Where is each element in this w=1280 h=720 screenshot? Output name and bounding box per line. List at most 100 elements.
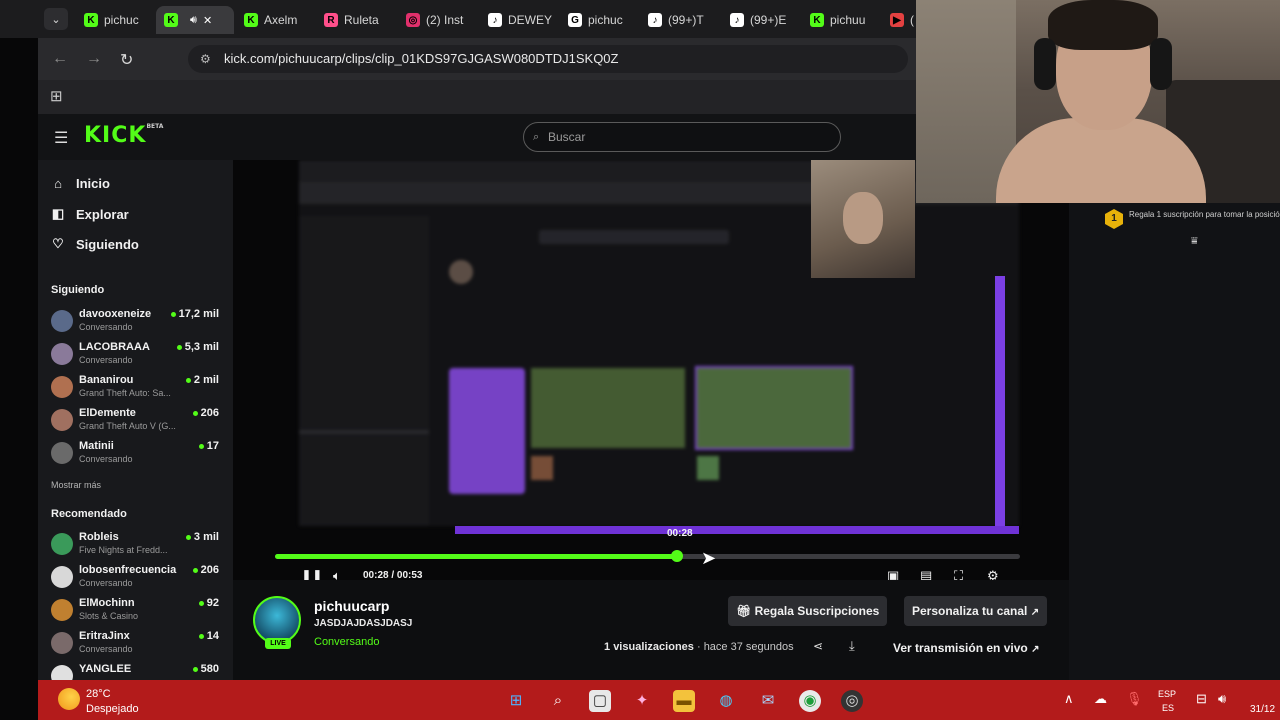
- chrome-icon[interactable]: ◉: [799, 690, 821, 712]
- mail-icon[interactable]: ✉: [757, 690, 779, 712]
- gift-subs-label: Regala Suscripciones: [754, 604, 880, 618]
- sidebar-channel[interactable]: ElMochinn Slots & Casino 92: [51, 597, 221, 627]
- sidebar-channel[interactable]: davooxeneize Conversando 17,2 mil: [51, 308, 221, 338]
- stream-category[interactable]: Conversando: [314, 636, 379, 648]
- sidebar-channel[interactable]: lobosenfrecuencia Conversando 206: [51, 564, 221, 594]
- video-player[interactable]: 00:28 ➤ ❚❚ 🔈︎ 00:28 / 00:53 ▣ ▤ ⛶ ⚙: [233, 160, 1069, 580]
- share-icon[interactable]: ⋖: [813, 639, 823, 653]
- onedrive-icon[interactable]: ☁: [1094, 691, 1107, 707]
- clock-date[interactable]: 31/12: [1250, 704, 1275, 715]
- avatar: [51, 343, 73, 365]
- live-dot-icon: [185, 377, 191, 383]
- tab-label: Axelm: [264, 13, 298, 27]
- browser-tab[interactable]: ▶(: [882, 6, 916, 34]
- browser-tab[interactable]: ◎ (2) Inst: [398, 6, 478, 34]
- search-placeholder: Buscar: [548, 130, 586, 144]
- pause-icon[interactable]: ❚❚: [301, 568, 323, 580]
- start-icon[interactable]: ⊞: [505, 690, 527, 712]
- browser-tab[interactable]: R Ruleta: [316, 6, 396, 34]
- browser-tab[interactable]: Gpichuc: [560, 6, 638, 34]
- sidebar: ⌂ Inicio ◧ Explorar ♡ Siguiendo Siguiendo dav…: [38, 160, 233, 687]
- tab-favicon-icon: ▶: [890, 13, 904, 27]
- copilot-icon[interactable]: ✦: [631, 690, 653, 712]
- live-dot-icon: [192, 666, 198, 672]
- volume-icon[interactable]: 🔈︎: [333, 568, 341, 580]
- download-icon[interactable]: ⤓: [849, 638, 855, 654]
- sidebar-channel[interactable]: Robleis Five Nights at Fredd... 3 mil: [51, 531, 221, 561]
- tab-search-button[interactable]: ⌄: [44, 8, 68, 30]
- tab-audio-icon[interactable]: 🔊︎: [190, 14, 197, 27]
- menu-icon[interactable]: ☰: [54, 128, 68, 148]
- external-link-icon: ↗: [1031, 644, 1040, 655]
- viewer-count: 17,2 mil: [170, 308, 219, 320]
- browser-tab[interactable]: K 🔊︎ ✕: [156, 6, 234, 34]
- sidebar-nav-item[interactable]: ⌂ Inicio: [50, 176, 110, 191]
- expand-leaderboard-icon[interactable]: ⩸: [1191, 235, 1198, 248]
- watch-live-label: Ver transmisión en vivo: [893, 641, 1028, 655]
- sidebar-channel[interactable]: ElDemente Grand Theft Auto V (G... 206: [51, 407, 221, 437]
- url-field[interactable]: ⚙ kick.com/pichuucarp/clips/clip_01KDS97…: [188, 45, 908, 73]
- browser-tab[interactable]: Kpichuc: [76, 6, 154, 34]
- keyboard-layout[interactable]: ES: [1162, 703, 1174, 713]
- sidebar-channel[interactable]: Bananirou Grand Theft Auto: Sa... 2 mil: [51, 374, 221, 404]
- pip-icon[interactable]: ▤: [920, 568, 932, 580]
- gift-subs-button[interactable]: 🎁︎ Regala Suscripciones: [728, 596, 888, 626]
- tab-favicon-icon: K: [84, 13, 98, 27]
- show-more-link[interactable]: Mostrar más: [51, 480, 101, 490]
- reload-icon[interactable]: ↻: [120, 50, 133, 70]
- browser-tab[interactable]: ♪ (99+)T: [640, 6, 720, 34]
- channel-name: Matinii: [79, 440, 114, 452]
- language-indicator[interactable]: ESP: [1158, 689, 1176, 699]
- sidebar-channel[interactable]: Matinii Conversando 17: [51, 440, 221, 470]
- weather-icon[interactable]: [58, 688, 80, 710]
- sidebar-channel[interactable]: LACOBRAAA Conversando 5,3 mil: [51, 341, 221, 371]
- sidebar-nav-label: Inicio: [76, 176, 110, 191]
- browser-tab[interactable]: ♪ (99+)E: [722, 6, 800, 34]
- weather-desc[interactable]: Despejado: [86, 703, 139, 715]
- microphone-icon[interactable]: 🎙︎: [1126, 691, 1143, 707]
- edge-icon[interactable]: ◍: [715, 690, 737, 712]
- gift-leaderboard[interactable]: 1 Regala 1 suscripción para tomar la pos…: [1105, 209, 1280, 229]
- settings-icon[interactable]: ⚙: [987, 568, 999, 580]
- viewer-count-text: 14: [206, 630, 219, 642]
- seek-bar-fill: [275, 554, 677, 559]
- search-input[interactable]: ⌕ Buscar: [523, 122, 841, 152]
- forward-icon[interactable]: →: [86, 50, 102, 68]
- obs-icon[interactable]: ◎: [841, 690, 863, 712]
- weather-temp[interactable]: 28°C: [86, 688, 111, 700]
- theater-mode-icon[interactable]: ▣: [887, 568, 899, 580]
- avatar: [51, 533, 73, 555]
- file-explorer-icon[interactable]: ▬: [673, 690, 695, 712]
- apps-grid-icon[interactable]: ⊞: [50, 87, 63, 105]
- tray-chevron-icon[interactable]: ∧: [1064, 691, 1074, 707]
- sidebar-nav-item[interactable]: ♡ Siguiendo: [50, 236, 139, 252]
- close-icon[interactable]: ✕: [203, 14, 212, 27]
- browser-tab[interactable]: ♪ DEWEY: [480, 6, 558, 34]
- chevron-down-icon: ⌄: [51, 13, 61, 26]
- avatar: [51, 310, 73, 332]
- watch-live-button[interactable]: Ver transmisión en vivo ↗: [885, 636, 1047, 660]
- kick-logo[interactable]: KICKBETA: [84, 123, 163, 148]
- browser-tab[interactable]: Kpichuu: [802, 6, 880, 34]
- customize-channel-button[interactable]: Personaliza tu canal ↗: [904, 596, 1048, 626]
- search-icon[interactable]: ⌕: [547, 690, 569, 712]
- seek-bar-handle[interactable]: [671, 550, 683, 562]
- compass-icon: ◧: [51, 206, 65, 221]
- recommended-heading: Recomendado: [51, 508, 127, 520]
- task-view-icon[interactable]: ▢: [589, 690, 611, 712]
- sidebar-nav-label: Siguiendo: [76, 236, 139, 252]
- streamer-avatar[interactable]: [253, 596, 301, 644]
- channel-name: YANGLEE: [79, 663, 132, 675]
- player-controls: 00:28 ➤ ❚❚ 🔈︎ 00:28 / 00:53 ▣ ▤ ⛶ ⚙: [275, 526, 1065, 580]
- sidebar-nav-item[interactable]: ◧ Explorar: [50, 206, 129, 222]
- seek-bar[interactable]: [275, 550, 1020, 562]
- streamer-name[interactable]: pichuucarp: [314, 598, 389, 614]
- back-icon[interactable]: ←: [52, 50, 68, 68]
- network-icon[interactable]: ⊟: [1196, 691, 1207, 707]
- sidebar-channel[interactable]: EritraJinx Conversando 14: [51, 630, 221, 660]
- home-icon: ⌂: [54, 176, 62, 191]
- fullscreen-icon[interactable]: ⛶: [954, 568, 963, 580]
- volume-icon[interactable]: 🔊︎: [1218, 691, 1226, 707]
- browser-tab[interactable]: K Axelm: [236, 6, 314, 34]
- site-info-icon[interactable]: ⚙: [200, 45, 211, 73]
